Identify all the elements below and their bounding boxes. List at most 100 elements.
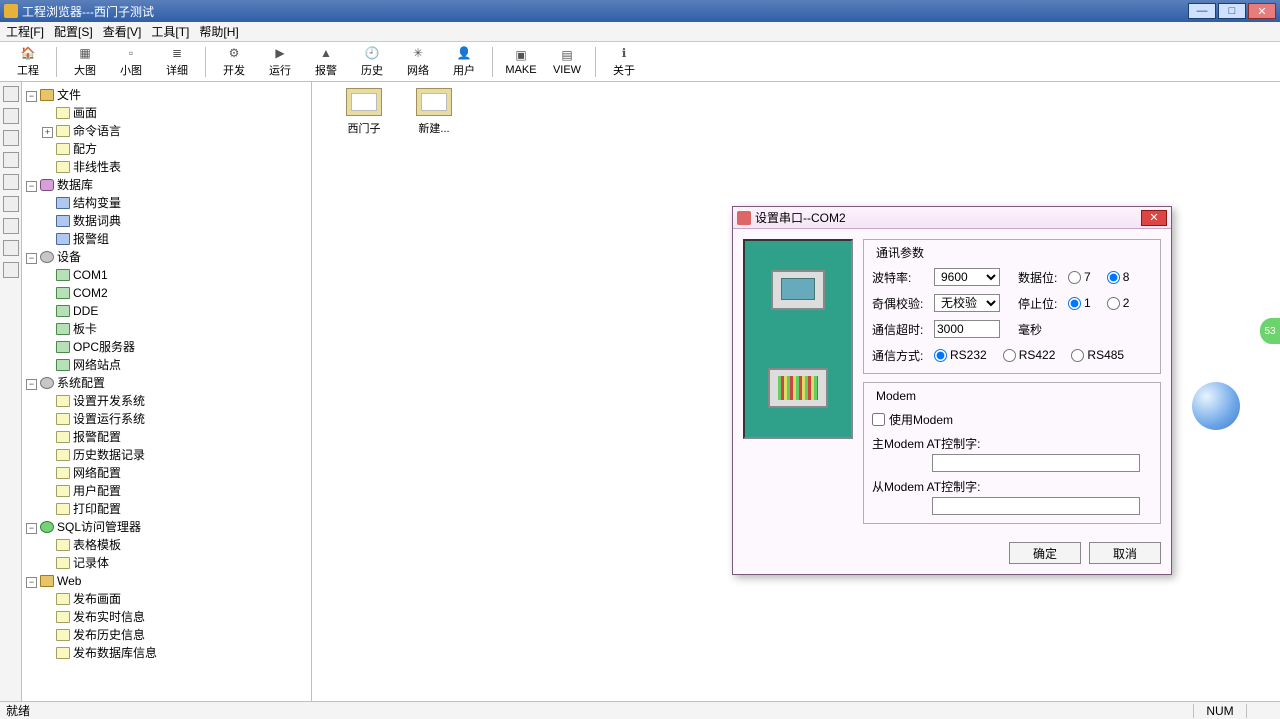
tree-node-sql[interactable]: SQL访问管理器 xyxy=(57,520,141,534)
expander[interactable]: + xyxy=(42,127,53,138)
vtool-1[interactable] xyxy=(3,86,19,102)
tree-leaf[interactable]: 记录体 xyxy=(73,556,109,570)
tree-leaf[interactable]: 结构变量 xyxy=(73,196,121,210)
tree-leaf[interactable]: 历史数据记录 xyxy=(73,448,145,462)
tree-leaf[interactable]: 发布实时信息 xyxy=(73,610,145,624)
vtool-9[interactable] xyxy=(3,262,19,278)
vtool-7[interactable] xyxy=(3,218,19,234)
parity-select[interactable]: 无校验 xyxy=(934,294,1000,312)
tree-leaf[interactable]: 设置运行系统 xyxy=(73,412,145,426)
tool-network[interactable]: ✳网络 xyxy=(396,44,440,80)
tool-project[interactable]: 🏠工程 xyxy=(6,44,50,80)
window-title: 工程浏览器---西门子测试 xyxy=(22,3,1188,20)
tree-node-db[interactable]: 数据库 xyxy=(57,178,93,192)
vtool-6[interactable] xyxy=(3,196,19,212)
slave-modem-input[interactable] xyxy=(932,497,1140,515)
content-pane[interactable]: 西门子 新建... 设置串口--COM2 ✕ 通讯参数 xyxy=(312,82,1280,701)
menu-view[interactable]: 查看[V] xyxy=(103,23,142,40)
baud-select[interactable]: 9600 xyxy=(934,268,1000,286)
vtool-4[interactable] xyxy=(3,152,19,168)
tree-leaf[interactable]: 命令语言 xyxy=(73,124,121,138)
tool-user[interactable]: 👤用户 xyxy=(442,44,486,80)
tree-leaf[interactable]: OPC服务器 xyxy=(73,340,135,354)
web-icon xyxy=(56,629,70,641)
tree-leaf[interactable]: 报警配置 xyxy=(73,430,121,444)
content-item-new[interactable]: 新建... xyxy=(402,88,466,136)
tree-leaf[interactable]: COM2 xyxy=(73,286,108,300)
tree-leaf[interactable]: 设置开发系统 xyxy=(73,394,145,408)
minimize-button[interactable]: — xyxy=(1188,3,1216,19)
tree-leaf[interactable]: 数据词典 xyxy=(73,214,121,228)
tree-node-web[interactable]: Web xyxy=(57,574,81,588)
tool-bigicon[interactable]: ▦大图 xyxy=(63,44,107,80)
thunder-icon[interactable] xyxy=(1192,382,1240,430)
expander[interactable]: − xyxy=(26,379,37,390)
vtool-8[interactable] xyxy=(3,240,19,256)
tree-leaf[interactable]: 网络配置 xyxy=(73,466,121,480)
menu-help[interactable]: 帮助[H] xyxy=(199,23,238,40)
tool-run[interactable]: ▶运行 xyxy=(258,44,302,80)
tool-make[interactable]: ▣MAKE xyxy=(499,44,543,80)
tree-leaf[interactable]: DDE xyxy=(73,304,98,318)
menu-tools[interactable]: 工具[T] xyxy=(151,23,189,40)
monitor-icon xyxy=(771,270,825,310)
databits-label: 数据位: xyxy=(1018,269,1062,286)
tree-leaf[interactable]: 配方 xyxy=(73,142,97,156)
desktop-badge[interactable]: 53 xyxy=(1260,318,1280,344)
tool-detail[interactable]: ≣详细 xyxy=(155,44,199,80)
mode-rs485[interactable]: RS485 xyxy=(1071,348,1124,362)
tree-leaf[interactable]: 发布数据库信息 xyxy=(73,646,157,660)
tree-leaf[interactable]: 网络站点 xyxy=(73,358,121,372)
expander[interactable]: − xyxy=(26,253,37,264)
record-icon xyxy=(56,557,70,569)
vtool-2[interactable] xyxy=(3,108,19,124)
tree-leaf[interactable]: 发布历史信息 xyxy=(73,628,145,642)
tree-leaf[interactable]: COM1 xyxy=(73,268,108,282)
toolbar-sep xyxy=(56,47,57,77)
databits-8[interactable]: 8 xyxy=(1107,270,1130,284)
vtool-3[interactable] xyxy=(3,130,19,146)
maximize-button[interactable]: □ xyxy=(1218,3,1246,19)
vtool-5[interactable] xyxy=(3,174,19,190)
tree-leaf[interactable]: 非线性表 xyxy=(73,160,121,174)
tree-node-device[interactable]: 设备 xyxy=(57,250,81,264)
gear-icon xyxy=(40,377,54,389)
tree-leaf[interactable]: 报警组 xyxy=(73,232,109,246)
expander[interactable]: − xyxy=(26,181,37,192)
expander[interactable]: − xyxy=(26,91,37,102)
tool-history[interactable]: 🕘历史 xyxy=(350,44,394,80)
expander[interactable]: − xyxy=(26,523,37,534)
tool-dev[interactable]: ⚙开发 xyxy=(212,44,256,80)
stopbits-1[interactable]: 1 xyxy=(1068,296,1091,310)
databits-7[interactable]: 7 xyxy=(1068,270,1091,284)
tree-leaf[interactable]: 板卡 xyxy=(73,322,97,336)
project-tree[interactable]: −文件 画面 +命令语言 配方 非线性表 −数据库 结构变量 数据词典 报警组 … xyxy=(22,82,312,701)
cancel-button[interactable]: 取消 xyxy=(1089,542,1161,564)
tree-leaf[interactable]: 发布画面 xyxy=(73,592,121,606)
master-modem-input[interactable] xyxy=(932,454,1140,472)
mode-rs232[interactable]: RS232 xyxy=(934,348,987,362)
tree-leaf[interactable]: 打印配置 xyxy=(73,502,121,516)
tree-leaf[interactable]: 表格模板 xyxy=(73,538,121,552)
ok-button[interactable]: 确定 xyxy=(1009,542,1081,564)
tool-view[interactable]: ▤VIEW xyxy=(545,44,589,80)
tree-leaf[interactable]: 画面 xyxy=(73,106,97,120)
device-icon xyxy=(346,88,382,116)
tree-leaf[interactable]: 用户配置 xyxy=(73,484,121,498)
stopbits-2[interactable]: 2 xyxy=(1107,296,1130,310)
tool-smallicon[interactable]: ▫小图 xyxy=(109,44,153,80)
expander[interactable]: − xyxy=(26,577,37,588)
tree-node-syscfg[interactable]: 系统配置 xyxy=(57,376,105,390)
dialog-close-button[interactable]: ✕ xyxy=(1141,210,1167,226)
tool-about[interactable]: ℹ关于 xyxy=(602,44,646,80)
tool-alarm[interactable]: ▲报警 xyxy=(304,44,348,80)
com-icon xyxy=(56,269,70,281)
menu-file[interactable]: 工程[F] xyxy=(6,23,44,40)
close-button[interactable]: ✕ xyxy=(1248,3,1276,19)
mode-rs422[interactable]: RS422 xyxy=(1003,348,1056,362)
content-item-siemens[interactable]: 西门子 xyxy=(332,88,396,136)
use-modem-checkbox[interactable]: 使用Modem xyxy=(872,411,953,428)
menu-config[interactable]: 配置[S] xyxy=(54,23,93,40)
tree-node-file[interactable]: 文件 xyxy=(57,88,81,102)
timeout-input[interactable] xyxy=(934,320,1000,338)
